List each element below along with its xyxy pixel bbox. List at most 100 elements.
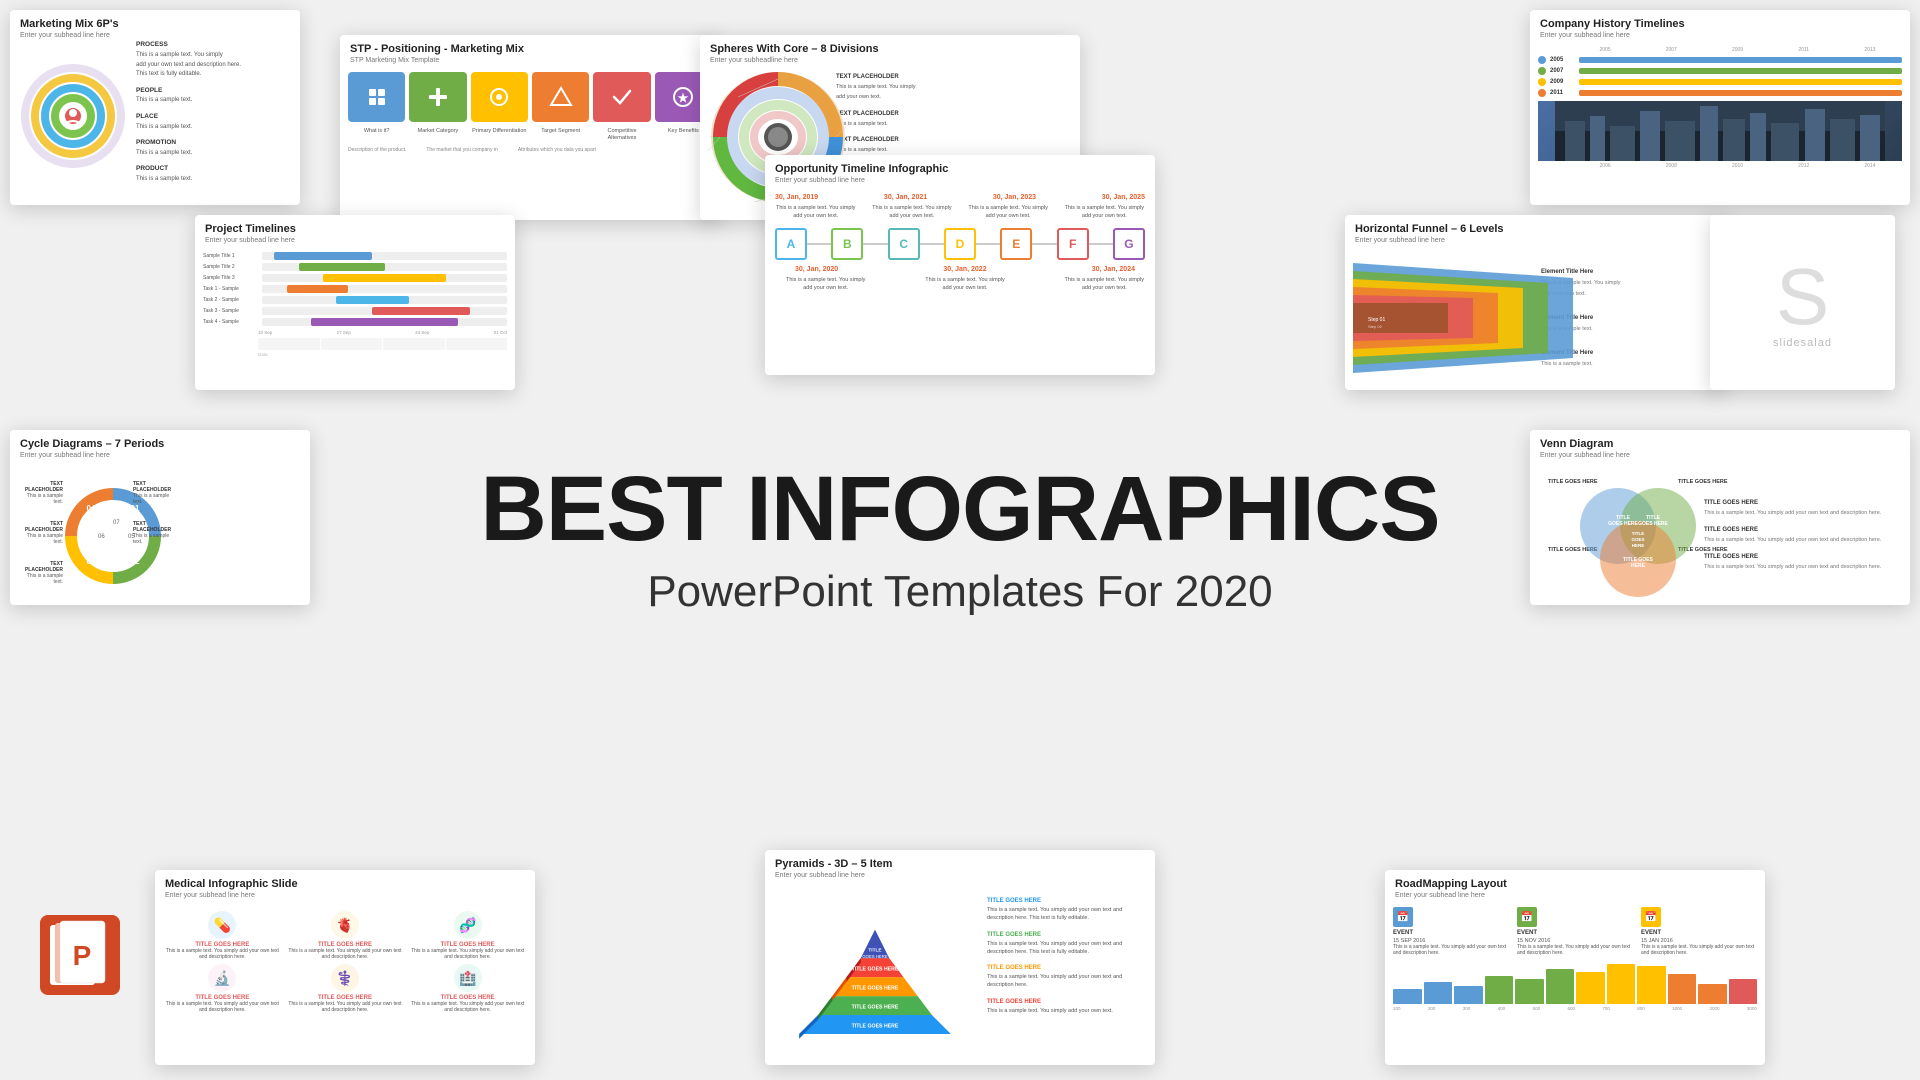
company-history-card[interactable]: Company History Timelines Enter your sub… bbox=[1530, 10, 1910, 205]
roadmap-subtitle: Enter your subhead line here bbox=[1385, 892, 1765, 903]
svg-text:GOES HERE: GOES HERE bbox=[1608, 521, 1638, 527]
gantt-row-4: Task 1 - Sample bbox=[203, 285, 507, 293]
svg-text:HERE: HERE bbox=[1631, 563, 1646, 569]
stp-label-3: Primary Differentiation bbox=[471, 128, 528, 142]
marketing-mix-card[interactable]: Marketing Mix 6P's Enter your subhead li… bbox=[10, 10, 300, 205]
roadmap-event-1: 📅 EVENT 15 SEP 2016 This is a sample tex… bbox=[1393, 907, 1509, 956]
pyramid-item-3: TITLE GOES HERE This is a sample text. Y… bbox=[987, 964, 1147, 990]
venn-diagram: TITLE GOES HERE TITLE GOES HERE TITLE GO… bbox=[1538, 471, 1698, 601]
stp-box-2 bbox=[409, 72, 466, 122]
project-content: Sample Title 1 Sample Title 2 Sample Tit… bbox=[195, 248, 515, 390]
opportunity-card[interactable]: Opportunity Timeline Infographic Enter y… bbox=[765, 155, 1155, 375]
svg-text:01: 01 bbox=[131, 504, 140, 513]
svg-text:07: 07 bbox=[113, 520, 120, 526]
powerpoint-icon: P bbox=[40, 915, 120, 1000]
marketing-labels: PROCESSThis is a sample text. You simply… bbox=[136, 40, 241, 190]
svg-text:04: 04 bbox=[87, 504, 96, 513]
svg-text:P: P bbox=[73, 940, 92, 971]
opp-box-a: A bbox=[775, 228, 807, 260]
gantt-row-1: Sample Title 1 bbox=[203, 252, 507, 260]
opp-text-top: This is a sample text. You simply add yo… bbox=[775, 205, 1145, 220]
medical-title: Medical Infographic Slide bbox=[155, 870, 535, 892]
medical-item-3: 🧬 TITLE GOES HERE This is a sample text.… bbox=[408, 911, 527, 960]
stp-labels-row: What is it? Market Category Primary Diff… bbox=[340, 126, 720, 144]
medical-item-5: ⚕️ TITLE GOES HERE This is a sample text… bbox=[286, 964, 405, 1013]
pyramids-title: Pyramids - 3D – 5 Item bbox=[765, 850, 1155, 872]
roadmap-bar-chart: 100200300400500600700800100020003000 bbox=[1393, 964, 1757, 1011]
marketing-content: PROCESSThis is a sample text. You simply… bbox=[10, 43, 300, 188]
cycle-chart: TEXT PLACEHOLDER This is a sample text. … bbox=[18, 466, 178, 606]
company-years-footer: 2006 2008 2010 2012 2014 bbox=[1538, 163, 1902, 169]
svg-text:TITLE GOES HERE: TITLE GOES HERE bbox=[852, 985, 899, 991]
opp-box-b: B bbox=[831, 228, 863, 260]
project-title: Project Timelines bbox=[195, 215, 515, 237]
medical-card[interactable]: Medical Infographic Slide Enter your sub… bbox=[155, 870, 535, 1065]
roadmap-events: 📅 EVENT 15 SEP 2016 This is a sample tex… bbox=[1393, 907, 1757, 956]
venn-subtitle: Enter your subhead line here bbox=[1530, 452, 1910, 463]
cycle-title: Cycle Diagrams – 7 Periods bbox=[10, 430, 310, 452]
svg-text:TITLE GOES HERE: TITLE GOES HERE bbox=[1548, 479, 1598, 485]
svg-text:TITLE GOES HERE: TITLE GOES HERE bbox=[852, 1023, 899, 1029]
gantt-calendar bbox=[203, 338, 507, 350]
gantt-row-2: Sample Title 2 bbox=[203, 263, 507, 271]
opp-box-d: D bbox=[944, 228, 976, 260]
funnel-subtitle: Enter your subhead line here bbox=[1345, 237, 1725, 248]
stp-box-4 bbox=[532, 72, 589, 122]
svg-text:TITLE GOES HERE: TITLE GOES HERE bbox=[1678, 479, 1728, 485]
opp-box-c: C bbox=[888, 228, 920, 260]
timeline-row-4: 2011 bbox=[1538, 89, 1902, 97]
opportunity-subtitle: Enter your subhead line here bbox=[765, 177, 1155, 188]
gantt-row-7: Task 4 - Sample bbox=[203, 318, 507, 326]
stp-label-4: Target Segment bbox=[532, 128, 589, 142]
company-photo bbox=[1538, 101, 1902, 161]
svg-text:TITLE: TITLE bbox=[868, 948, 881, 954]
stp-title: STP - Positioning - Marketing Mix bbox=[340, 35, 720, 57]
svg-text:GOES HERE: GOES HERE bbox=[1638, 521, 1668, 527]
stp-box-1 bbox=[348, 72, 405, 122]
stp-card[interactable]: STP - Positioning - Marketing Mix STP Ma… bbox=[340, 35, 720, 220]
svg-text:TITLE: TITLE bbox=[1632, 531, 1645, 536]
opp-dates-bottom: 30, Jan, 2020 30, Jan, 2022 30, Jan, 202… bbox=[775, 266, 1145, 273]
roadmap-title: RoadMapping Layout bbox=[1385, 870, 1765, 892]
marketing-chart bbox=[18, 61, 128, 171]
svg-text:GOES: GOES bbox=[1631, 537, 1644, 542]
pyramids-card[interactable]: Pyramids - 3D – 5 Item Enter your subhea… bbox=[765, 850, 1155, 1065]
pyramid-shape: TITLE GOES HERE TITLE GOES HERE TITLE GO… bbox=[773, 887, 977, 1057]
funnel-card[interactable]: Horizontal Funnel – 6 Levels Enter your … bbox=[1345, 215, 1725, 390]
gantt-row-3: Sample Title 3 bbox=[203, 274, 507, 282]
roadmap-bars bbox=[1393, 964, 1757, 1004]
main-headline: BEST INFOGRAPHICS bbox=[480, 463, 1439, 555]
slidesalad-card[interactable]: S slidesalad bbox=[1710, 215, 1895, 390]
venn-title: Venn Diagram bbox=[1530, 430, 1910, 452]
venn-card[interactable]: Venn Diagram Enter your subhead line her… bbox=[1530, 430, 1910, 605]
company-subtitle: Enter your subhead line here bbox=[1530, 32, 1910, 43]
svg-text:TITLE GOES HERE: TITLE GOES HERE bbox=[852, 1004, 899, 1010]
roadmap-card[interactable]: RoadMapping Layout Enter your subhead li… bbox=[1385, 870, 1765, 1065]
svg-text:HERE: HERE bbox=[1632, 543, 1645, 548]
roadmap-event-2: 📅 EVENT 15 NOV 2016 This is a sample tex… bbox=[1517, 907, 1633, 956]
slidesalad-letter: S bbox=[1776, 257, 1829, 337]
pyramid-content: TITLE GOES HERE TITLE GOES HERE TITLE GO… bbox=[765, 883, 1155, 1061]
gantt-row-6: Task 3 - Sample bbox=[203, 307, 507, 315]
venn-content: TITLE GOES HERE TITLE GOES HERE TITLE GO… bbox=[1530, 463, 1910, 605]
slidesalad-content: S slidesalad bbox=[1710, 215, 1895, 390]
spheres-title: Spheres With Core – 8 Divisions bbox=[700, 35, 1080, 57]
svg-text:GOES HERE: GOES HERE bbox=[862, 954, 887, 959]
medical-content: 💊 TITLE GOES HERE This is a sample text.… bbox=[155, 903, 535, 1017]
svg-text:03: 03 bbox=[87, 557, 96, 566]
opp-dates-top: 30, Jan, 2019 30, Jan, 2021 30, Jan, 202… bbox=[775, 194, 1145, 201]
stp-row-label-2: The market that you company in bbox=[426, 147, 497, 153]
funnel-title: Horizontal Funnel – 6 Levels bbox=[1345, 215, 1725, 237]
funnel-content: Step 01 Step 02 Element Title Here This … bbox=[1345, 248, 1725, 388]
timeline-row-3: 2009 bbox=[1538, 78, 1902, 86]
medical-item-4: 🔬 TITLE GOES HERE This is a sample text.… bbox=[163, 964, 282, 1013]
svg-text:02: 02 bbox=[131, 557, 140, 566]
project-timelines-card[interactable]: Project Timelines Enter your subhead lin… bbox=[195, 215, 515, 390]
spheres-subtitle: Enter your subheadline here bbox=[700, 57, 1080, 68]
medical-item-2: 🫀 TITLE GOES HERE This is a sample text.… bbox=[286, 911, 405, 960]
company-content: 2005 2007 2009 2011 2013 2005 2007 2009 … bbox=[1530, 43, 1910, 173]
opp-text-bottom: This is a sample text. You simply add yo… bbox=[775, 277, 1145, 292]
sub-headline: PowerPoint Templates For 2020 bbox=[480, 567, 1439, 617]
cycle-card[interactable]: Cycle Diagrams – 7 Periods Enter your su… bbox=[10, 430, 310, 605]
stp-row-label-1: Description of the product. bbox=[348, 147, 406, 153]
